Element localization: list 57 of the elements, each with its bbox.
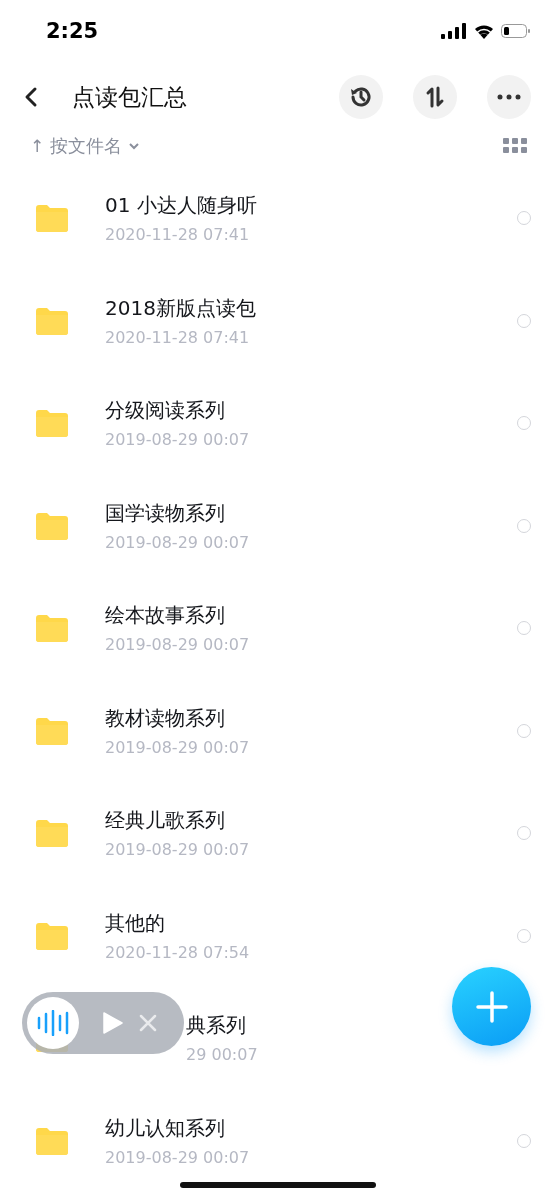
folder-name: 典系列 xyxy=(186,1012,247,1040)
folder-name: 其他的 xyxy=(105,909,166,937)
folder-date: 2020-11-28 07:41 xyxy=(105,225,251,245)
folder-icon xyxy=(36,819,68,848)
folder-date: 2019-08-29 00:07 xyxy=(105,840,251,860)
folder-row[interactable]: 01 小达人随身听 2020-11-28 07:41 xyxy=(0,167,555,270)
folder-name: 2018新版点读包 xyxy=(105,294,257,322)
chevron-down-icon xyxy=(128,142,141,150)
folder-date: 29 00:07 xyxy=(186,1045,258,1065)
folder-name: 国学读物系列 xyxy=(105,499,226,527)
folder-name: 分级阅读系列 xyxy=(105,397,226,425)
history-button[interactable] xyxy=(339,75,383,119)
folder-icon xyxy=(36,204,68,233)
folder-icon xyxy=(36,716,68,745)
folder-date: 2019-08-29 00:07 xyxy=(105,532,251,552)
folder-row[interactable]: 绘本故事系列 2019-08-29 00:07 xyxy=(0,577,555,680)
folder-icon xyxy=(36,921,68,950)
page-title: 点读包汇总 xyxy=(72,82,188,112)
folder-icon xyxy=(36,1126,68,1155)
folder-row[interactable]: 经典儿歌系列 2019-08-29 00:07 xyxy=(0,782,555,885)
folder-row[interactable]: 2018新版点读包 2020-11-28 07:41 xyxy=(0,269,555,372)
play-icon[interactable] xyxy=(103,1012,123,1034)
waveform-icon xyxy=(37,1010,69,1036)
folder-date: 2020-11-28 07:54 xyxy=(105,942,251,962)
back-icon xyxy=(24,86,38,108)
sort-button[interactable] xyxy=(413,75,457,119)
add-button[interactable] xyxy=(452,967,531,1046)
folder-name: 经典儿歌系列 xyxy=(105,807,226,835)
folder-row[interactable]: 幼儿认知系列 2019-08-29 00:07 xyxy=(0,1089,555,1192)
grid-view-icon[interactable] xyxy=(503,138,527,154)
battery-icon xyxy=(501,23,531,39)
folder-name: 教材读物系列 xyxy=(105,704,226,732)
sort-icon xyxy=(424,86,446,108)
folder-icon xyxy=(36,614,68,643)
signal-icon xyxy=(441,23,467,39)
folder-icon xyxy=(36,306,68,335)
folder-date: 2019-08-29 00:07 xyxy=(105,430,251,450)
folder-name: 绘本故事系列 xyxy=(105,602,226,630)
folder-date: 2019-08-29 00:07 xyxy=(105,1147,251,1167)
plus-icon xyxy=(475,990,508,1023)
folder-date: 2020-11-28 07:41 xyxy=(105,327,251,347)
close-icon[interactable] xyxy=(139,1014,157,1032)
waveform-button[interactable] xyxy=(27,997,79,1049)
folder-name: 幼儿认知系列 xyxy=(105,1114,226,1142)
wifi-icon xyxy=(473,23,495,39)
more-icon xyxy=(497,94,521,100)
more-button[interactable] xyxy=(487,75,531,119)
folder-row[interactable]: 其他的 2020-11-28 07:54 xyxy=(0,884,555,987)
folder-row[interactable]: 教材读物系列 2019-08-29 00:07 xyxy=(0,679,555,782)
folder-date: 2019-08-29 00:07 xyxy=(105,737,251,757)
folder-row[interactable]: 分级阅读系列 2019-08-29 00:07 xyxy=(0,372,555,475)
folder-icon xyxy=(36,409,68,438)
folder-icon xyxy=(36,511,68,540)
folder-date: 2019-08-29 00:07 xyxy=(105,635,251,655)
folder-name: 01 小达人随身听 xyxy=(105,192,258,220)
clock-time: 2:25 xyxy=(46,19,99,43)
folder-row[interactable]: 国学读物系列 2019-08-29 00:07 xyxy=(0,474,555,577)
